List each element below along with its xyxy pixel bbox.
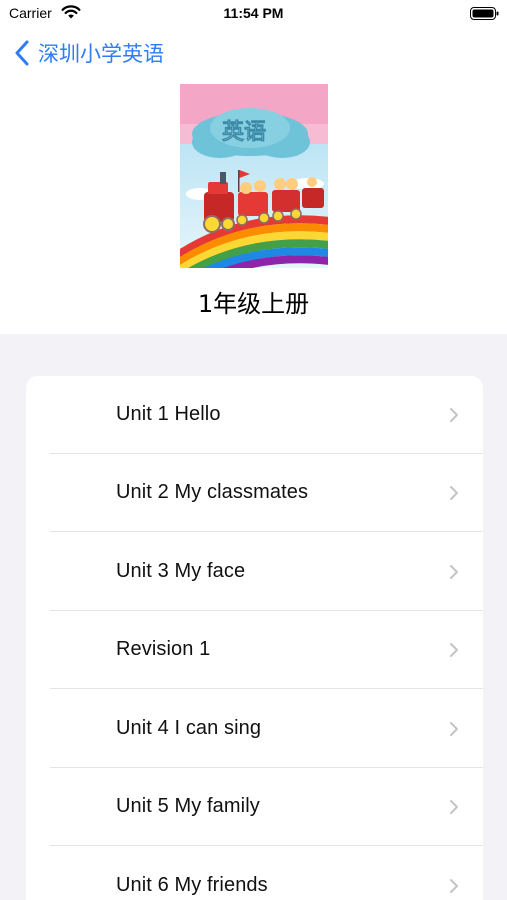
row-divider — [50, 845, 483, 846]
unit-label: Unit 3 My face — [116, 560, 246, 582]
unit-label: Unit 2 My classmates — [116, 481, 309, 503]
unit-label: Revision 1 — [116, 638, 211, 660]
back-button-label: 深圳小学英语 — [38, 42, 164, 66]
list-item[interactable]: Unit 4 I can sing — [26, 690, 483, 768]
status-bar: Carrier 11:54 PM — [0, 0, 507, 28]
unit-label: Unit 4 I can sing — [116, 717, 262, 739]
unit-list-section: Unit 1 Hello Unit 2 My classmates Unit 3… — [0, 334, 507, 900]
status-time: 11:54 PM — [223, 5, 284, 21]
unit-label: Unit 5 My family — [116, 795, 260, 817]
chevron-right-icon — [450, 879, 458, 893]
chevron-right-icon — [450, 800, 458, 814]
list-item[interactable]: Revision 1 — [26, 611, 483, 689]
list-item[interactable]: Unit 3 My face — [26, 533, 483, 611]
chevron-right-icon — [450, 643, 458, 657]
battery-icon — [470, 7, 499, 20]
chevron-left-icon — [15, 40, 29, 66]
list-item[interactable]: Unit 2 My classmates — [26, 454, 483, 532]
back-button[interactable]: 深圳小学英语 — [14, 38, 164, 68]
list-item[interactable]: Unit 1 Hello — [26, 376, 483, 454]
unit-label: Unit 1 Hello — [116, 403, 221, 425]
row-divider — [50, 531, 483, 532]
book-cover-image: 英语 — [180, 84, 328, 268]
navigation-bar: 深圳小学英语 — [0, 32, 507, 72]
row-divider — [50, 688, 483, 689]
book-header: 英语 1年级上册 — [0, 72, 507, 334]
unit-label: Unit 6 My friends — [116, 874, 268, 896]
chevron-right-icon — [450, 486, 458, 500]
book-title: 1年级上册 — [197, 290, 310, 318]
list-item[interactable]: Unit 6 My friends — [26, 847, 483, 900]
chevron-right-icon — [450, 408, 458, 422]
chevron-right-icon — [450, 565, 458, 579]
chevron-right-icon — [450, 722, 458, 736]
unit-list-card: Unit 1 Hello Unit 2 My classmates Unit 3… — [26, 376, 483, 900]
cover-title-text: 英语 — [222, 120, 266, 145]
list-item[interactable]: Unit 5 My family — [26, 768, 483, 846]
